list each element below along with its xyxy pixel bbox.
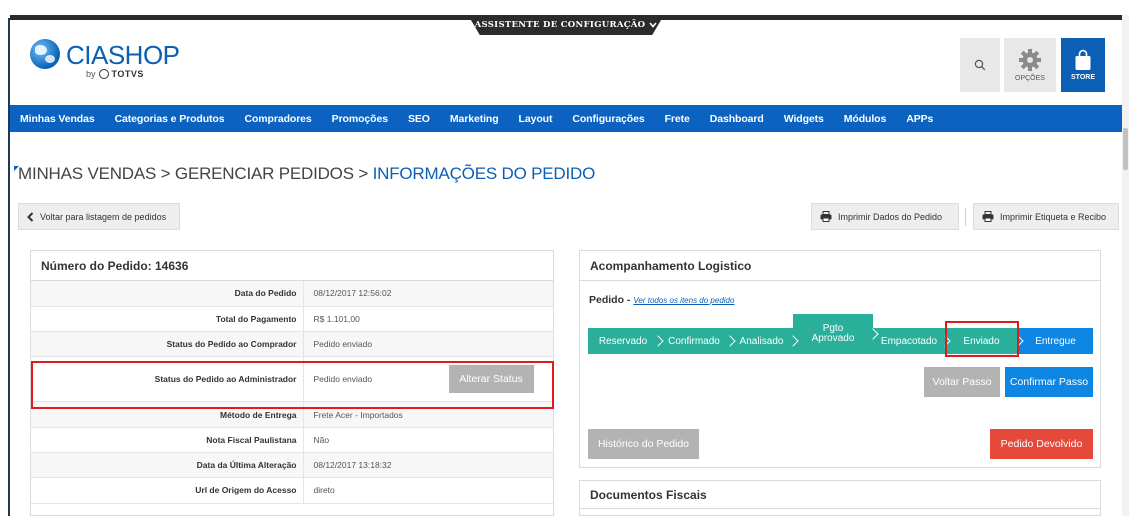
highlight-enviado-step <box>945 321 1019 357</box>
step-empacotado[interactable]: Empacotado <box>873 328 951 354</box>
previous-step-button[interactable]: Voltar Passo <box>924 367 1000 397</box>
step-entregue[interactable]: Entregue <box>1018 328 1093 354</box>
step-analisado[interactable]: Analisado <box>730 328 799 354</box>
row-label: Data do Pedido <box>31 281 304 307</box>
logo-by-totvs: by TOTVS <box>86 69 144 79</box>
table-row: Data do Pedido 08/12/2017 12:56:02 <box>31 281 553 307</box>
scrollbar[interactable] <box>1122 15 1129 516</box>
row-value: 08/12/2017 13:18:32 <box>303 452 553 479</box>
logo-totvs-text: TOTVS <box>111 69 144 79</box>
step-label: Analisado <box>739 335 784 347</box>
printer-icon <box>982 211 994 222</box>
nav-item-modulos[interactable]: Módulos <box>844 113 887 125</box>
table-row: Data da Última Alteração 08/12/2017 13:1… <box>31 452 553 479</box>
step-pgto-aprovado[interactable]: Pgto Aprovado <box>793 314 879 354</box>
options-button[interactable]: OPÇÕES <box>1004 38 1056 92</box>
globe-icon <box>30 39 60 69</box>
nav-item-apps[interactable]: APPs <box>906 113 933 125</box>
store-label: STORE <box>1071 74 1095 81</box>
chevron-down-icon <box>649 22 657 28</box>
breadcrumb: MINHAS VENDAS > GERENCIAR PEDIDOS > INFO… <box>18 164 595 184</box>
row-label: Total do Pagamento <box>31 306 304 333</box>
search-button[interactable] <box>960 38 1000 92</box>
nav-item-frete[interactable]: Frete <box>665 113 690 125</box>
step-reservado[interactable]: Reservado <box>588 328 664 354</box>
row-label: Status do Pedido ao Comprador <box>31 331 304 358</box>
row-value: direto <box>303 477 553 504</box>
row-label: Url de Origem do Acesso <box>31 477 304 504</box>
nav-item-marketing[interactable]: Marketing <box>450 113 499 125</box>
view-all-items-link[interactable]: Ver todos os itens do pedido <box>633 296 734 305</box>
main-nav: Minhas Vendas Categorias e Produtos Comp… <box>10 105 1122 132</box>
nav-item-promocoes[interactable]: Promoções <box>332 113 388 125</box>
nav-item-configuracoes[interactable]: Configurações <box>572 113 644 125</box>
logo-by-text: by <box>86 69 96 79</box>
breadcrumb-current: INFORMAÇÕES DO PEDIDO <box>372 164 596 183</box>
back-to-orders-button[interactable]: Voltar para listagem de pedidos <box>18 203 180 230</box>
nav-item-dashboard[interactable]: Dashboard <box>710 113 764 125</box>
row-value: Não <box>303 427 553 453</box>
nav-item-minhas-vendas[interactable]: Minhas Vendas <box>20 113 95 125</box>
step-label: Reservado <box>598 335 648 347</box>
step-label: Entregue <box>1035 335 1076 347</box>
step-label: Empacotado <box>880 335 938 347</box>
pedido-label: Pedido - <box>589 294 634 306</box>
window-edge <box>8 18 10 516</box>
row-label: Data da Última Alteração <box>31 452 304 479</box>
config-assistant-tab[interactable]: ASSISTENTE DE CONFIGURAÇÃO <box>468 15 664 35</box>
row-label: Nota Fiscal Paulistana <box>31 427 304 453</box>
nav-item-compradores[interactable]: Compradores <box>245 113 312 125</box>
search-icon <box>974 59 986 71</box>
step-confirmado[interactable]: Confirmado <box>658 328 736 354</box>
table-row: Total do Pagamento R$ 1.101,00 <box>31 306 553 333</box>
back-button-label: Voltar para listagem de pedidos <box>40 211 167 222</box>
store-button[interactable]: STORE <box>1061 38 1105 92</box>
logo-text: CIASHOP <box>66 40 180 70</box>
logistics-panel: Acompanhamento Logistico Pedido - Ver to… <box>579 250 1101 468</box>
logistics-title: Acompanhamento Logistico <box>580 251 1100 281</box>
divider <box>965 208 966 226</box>
shopping-bag-icon <box>1075 49 1091 70</box>
print-order-data-button[interactable]: Imprimir Dados do Pedido <box>811 203 959 230</box>
config-assistant-label: ASSISTENTE DE CONFIGURAÇÃO <box>474 20 646 30</box>
row-value: 08/12/2017 12:56:02 <box>303 281 553 307</box>
step-label: Confirmado <box>668 335 720 347</box>
step-label: Pgto Aprovado <box>811 322 855 344</box>
row-value: R$ 1.101,00 <box>303 306 553 333</box>
print-data-label: Imprimir Dados do Pedido <box>838 211 943 222</box>
printer-icon <box>820 211 832 222</box>
pedido-line: Pedido - Ver todos os itens do pedido <box>589 294 734 306</box>
logistics-steps: Reservado Confirmado Analisado Pgto Apro… <box>588 314 1096 354</box>
nav-item-layout[interactable]: Layout <box>519 113 553 125</box>
ciashop-logo[interactable]: CIASHOP by TOTVS <box>30 36 180 84</box>
fiscal-documents-title: Documentos Fiscais <box>580 481 1100 509</box>
totvs-icon <box>98 69 109 79</box>
scrollbar-thumb[interactable] <box>1123 128 1128 170</box>
gear-icon <box>1019 49 1041 71</box>
order-number-title: Número do Pedido: 14636 <box>31 251 553 281</box>
order-history-button[interactable]: Histórico do Pedido <box>588 429 699 459</box>
order-returned-button[interactable]: Pedido Devolvido <box>990 429 1093 459</box>
nav-item-categorias-produtos[interactable]: Categorias e Produtos <box>115 113 225 125</box>
page: ASSISTENTE DE CONFIGURAÇÃO CIASHOP by TO… <box>0 0 1129 516</box>
row-value: Pedido enviado <box>303 331 553 358</box>
highlight-admin-status <box>31 361 554 409</box>
print-label-receipt-button[interactable]: Imprimir Etiqueta e Recibo <box>973 203 1119 230</box>
table-row: Status do Pedido ao Comprador Pedido env… <box>31 331 553 358</box>
fiscal-documents-panel: Documentos Fiscais <box>579 480 1101 516</box>
table-row: Nota Fiscal Paulistana Não <box>31 427 553 453</box>
print-label-label: Imprimir Etiqueta e Recibo <box>1000 211 1107 222</box>
confirm-step-button[interactable]: Confirmar Passo <box>1005 367 1093 397</box>
chevron-left-icon <box>27 211 34 222</box>
nav-item-seo[interactable]: SEO <box>408 113 430 125</box>
breadcrumb-path[interactable]: MINHAS VENDAS > GERENCIAR PEDIDOS > <box>18 164 373 183</box>
nav-item-widgets[interactable]: Widgets <box>784 113 824 125</box>
table-row: Url de Origem do Acesso direto <box>31 477 553 504</box>
options-label: OPÇÕES <box>1015 75 1045 82</box>
